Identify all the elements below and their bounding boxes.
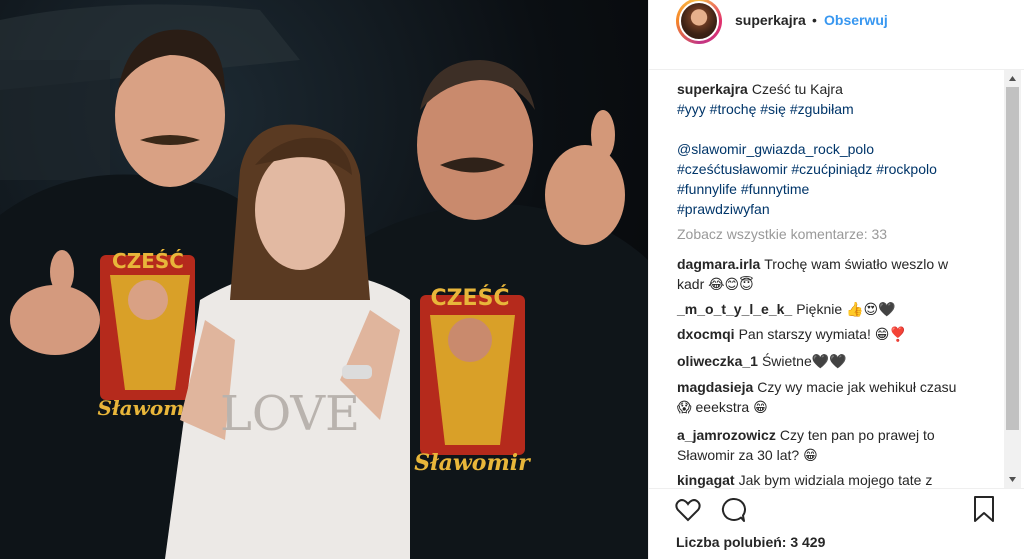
comment-text: Pięknie: [796, 301, 843, 317]
comment-icon[interactable]: [719, 496, 747, 524]
comment-text: Czy wy macie jak wehikuł czasu: [757, 379, 957, 395]
post-actions: Liczba polubień: 3 429: [649, 488, 1024, 560]
caption-username[interactable]: superkajra: [677, 81, 748, 97]
caption-hashtags-2[interactable]: #cześćtusławomir #czućpiniądz #rockpolo: [677, 161, 937, 177]
comment-username[interactable]: dagmara.irla: [677, 256, 760, 272]
avatar[interactable]: [676, 0, 722, 44]
comment-text: Trochę wam światło weszlo w: [764, 256, 949, 272]
caption-hashtags[interactable]: #yyy #trochę #się #zgubiłam: [677, 101, 854, 117]
comment-text: Jak bym widziala mojego tate z: [738, 472, 933, 488]
comment-username[interactable]: dxocmqi: [677, 326, 735, 342]
shirt-text-top-right: CZEŚĆ: [430, 285, 509, 311]
header-username[interactable]: superkajra: [735, 12, 806, 28]
comment-text-2: eeekstra: [695, 399, 750, 415]
follow-button[interactable]: Obserwuj: [824, 12, 888, 28]
view-all-comments[interactable]: Zobacz wszystkie komentarze: 33: [677, 224, 992, 244]
comment-item: magdasieja Czy wy macie jak wehikuł czasu…: [677, 377, 992, 418]
comments-scrollbar[interactable]: [1004, 70, 1021, 488]
comment-username[interactable]: a_jamrozowicz: [677, 427, 776, 443]
comment-username[interactable]: kingagat: [677, 472, 735, 488]
scrollbar-thumb[interactable]: [1006, 87, 1019, 430]
comment-emoji: 😂😊😇: [708, 277, 754, 293]
likes-count[interactable]: Liczba polubień: 3 429: [676, 534, 825, 550]
comment-item: dxocmqi Pan starszy wymiata! 😁❣️: [677, 324, 992, 345]
view-all-comments-link[interactable]: Zobacz wszystkie komentarze: 33: [677, 226, 887, 242]
comment-emoji: 🖤🖤: [811, 354, 847, 370]
comments-section: superkajra Cześć tu Kajra #yyy #trochę #s…: [649, 70, 1009, 488]
comment-item: a_jamrozowicz Czy ten pan po prawej to Sł…: [677, 425, 992, 466]
comment-item: kingagat Jak bym widziala mojego tate z: [677, 470, 992, 488]
shirt-text-bottom-right: Sławomir: [414, 450, 531, 476]
scroll-down-icon[interactable]: [1004, 471, 1021, 488]
caption: superkajra Cześć tu Kajra #yyy #trochę #s…: [677, 79, 992, 219]
comment-emoji-2: 😁: [753, 400, 768, 416]
comment-item: dagmara.irla Trochę wam światło weszlo w …: [677, 254, 992, 295]
comment-item: oliweczka_1 Świetne🖤🖤: [677, 351, 992, 372]
photo-illustration: CZEŚĆ Sławomir CZEŚĆ Sławomir LOVE: [0, 4, 648, 559]
comment-emoji: 👍😍🖤: [846, 302, 896, 318]
scroll-up-icon[interactable]: [1004, 70, 1021, 87]
comment-item: _m_o_t_y_l_e_k_ Pięknie 👍😍🖤: [677, 299, 992, 320]
heart-icon[interactable]: [674, 496, 702, 524]
comment-text-2: kadr: [677, 276, 705, 292]
comment-username[interactable]: _m_o_t_y_l_e_k_: [677, 301, 792, 317]
tee-print-text: LOVE: [220, 386, 360, 442]
comment-emoji: 😁: [803, 448, 818, 464]
caption-text: Cześć tu Kajra: [751, 81, 843, 97]
caption-hashtags-4[interactable]: #prawdziwyfan: [677, 201, 770, 217]
caption-hashtags-3[interactable]: #funnylife #funnytime: [677, 181, 809, 197]
post-photo[interactable]: CZEŚĆ Sławomir CZEŚĆ Sławomir LOVE: [0, 0, 648, 559]
post-header: superkajra • Obserwuj: [649, 0, 1024, 70]
post-side-panel: superkajra • Obserwuj superkajra Cześć tu…: [648, 0, 1024, 559]
shirt-text-top-left: CZEŚĆ: [112, 249, 184, 273]
bookmark-icon[interactable]: [972, 495, 996, 523]
comment-text: Czy ten pan po prawej to: [779, 427, 935, 443]
comment-username[interactable]: oliweczka_1: [677, 353, 758, 369]
comment-text: Pan starszy wymiata!: [738, 326, 871, 342]
comment-username[interactable]: magdasieja: [677, 379, 753, 395]
comment-text-2: Sławomir za 30 lat?: [677, 447, 800, 463]
comment-text: Świetne: [761, 353, 812, 369]
comment-emoji: 😱: [677, 400, 692, 416]
header-separator: •: [812, 12, 817, 28]
avatar-image: [679, 1, 719, 41]
caption-mention[interactable]: @slawomir_gwiazda_rock_polo: [677, 141, 874, 157]
instagram-post: CZEŚĆ Sławomir CZEŚĆ Sławomir LOVE super…: [0, 0, 1024, 559]
comment-emoji: 😁❣️: [874, 327, 907, 343]
